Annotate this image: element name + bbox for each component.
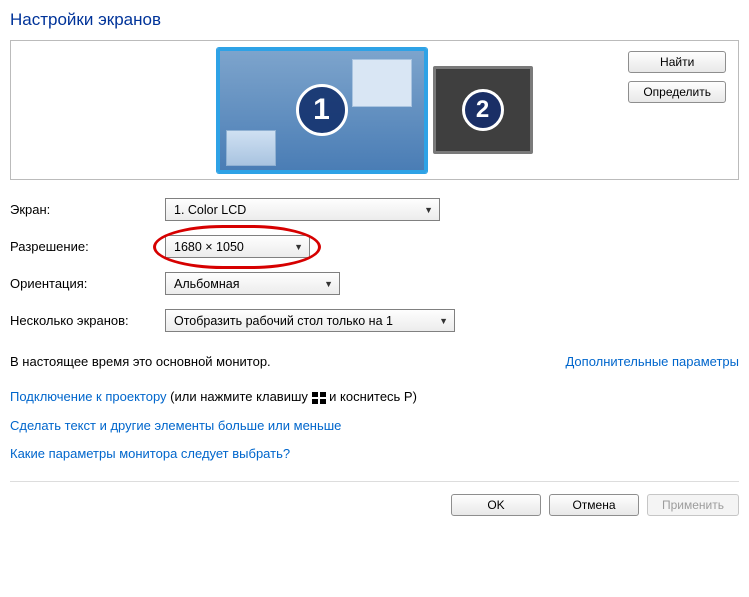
resolution-value: 1680 × 1050 — [174, 240, 244, 254]
orientation-dropdown[interactable]: Альбомная ▼ — [165, 272, 340, 295]
monitor-number: 1 — [296, 84, 348, 136]
multiple-displays-dropdown[interactable]: Отобразить рабочий стол только на 1 ▼ — [165, 309, 455, 332]
resolution-label: Разрешение: — [10, 239, 165, 254]
ok-button[interactable]: OK — [451, 494, 541, 516]
monitor-1[interactable]: 1 — [217, 48, 427, 173]
orientation-value: Альбомная — [174, 277, 239, 291]
projector-link[interactable]: Подключение к проектору — [10, 389, 167, 404]
screen-value: 1. Color LCD — [174, 203, 246, 217]
screen-label: Экран: — [10, 202, 165, 217]
resolution-dropdown[interactable]: 1680 × 1050 ▼ — [165, 235, 310, 258]
monitor-layout: 1 2 — [217, 51, 533, 169]
projector-hint-post: и коснитесь Р) — [326, 389, 417, 404]
orientation-label: Ориентация: — [10, 276, 165, 291]
find-button[interactable]: Найти — [628, 51, 726, 73]
chevron-down-icon: ▼ — [324, 279, 333, 289]
page-title: Настройки экранов — [10, 10, 739, 30]
primary-monitor-info: В настоящее время это основной монитор. — [10, 354, 271, 369]
projector-hint-pre: (или нажмите клавишу — [167, 389, 312, 404]
monitor-number: 2 — [462, 89, 504, 131]
screen-dropdown[interactable]: 1. Color LCD ▼ — [165, 198, 440, 221]
identify-button[interactable]: Определить — [628, 81, 726, 103]
chevron-down-icon: ▼ — [294, 242, 303, 252]
divider — [10, 481, 739, 482]
chevron-down-icon: ▼ — [424, 205, 433, 215]
multiple-displays-value: Отобразить рабочий стол только на 1 — [174, 314, 393, 328]
preview-taskbar-icon — [226, 130, 276, 166]
apply-button[interactable]: Применить — [647, 494, 739, 516]
which-params-link[interactable]: Какие параметры монитора следует выбрать… — [10, 446, 290, 461]
multiple-displays-label: Несколько экранов: — [10, 313, 165, 328]
display-preview-area: 1 2 Найти Определить — [10, 40, 739, 180]
text-size-link[interactable]: Сделать текст и другие элементы больше и… — [10, 418, 341, 433]
monitor-2[interactable]: 2 — [433, 66, 533, 154]
cancel-button[interactable]: Отмена — [549, 494, 639, 516]
chevron-down-icon: ▼ — [439, 316, 448, 326]
windows-key-icon — [312, 392, 326, 404]
preview-window-icon — [352, 59, 412, 107]
advanced-settings-link[interactable]: Дополнительные параметры — [565, 354, 739, 369]
